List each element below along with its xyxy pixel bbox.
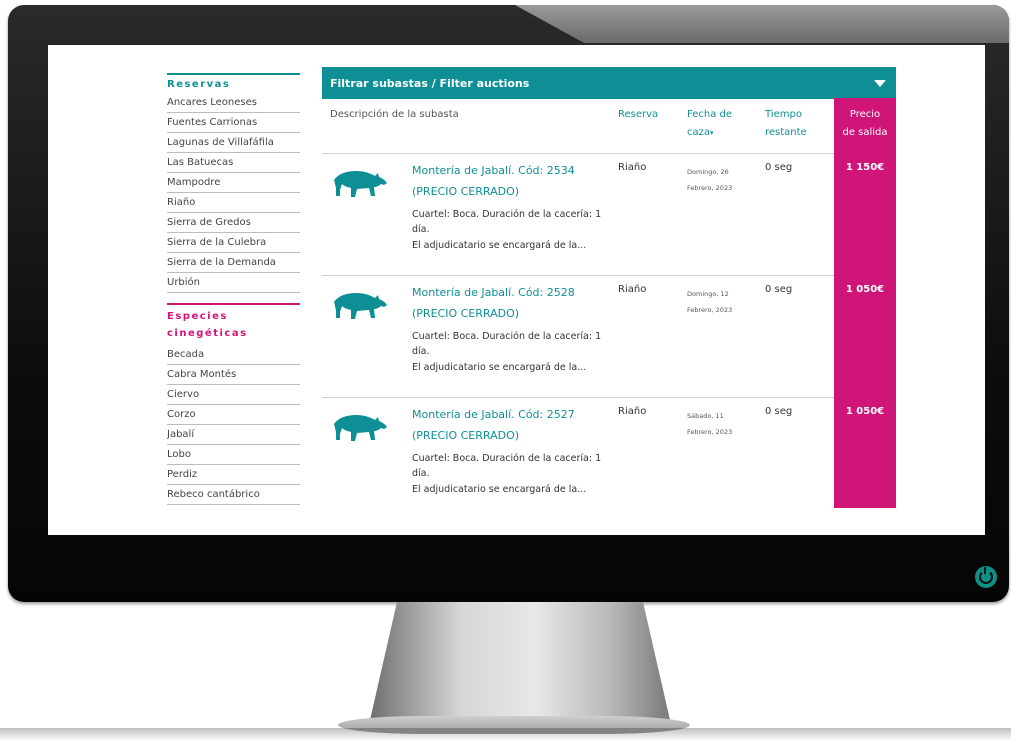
- especies-heading: Especies cinegéticas: [167, 303, 300, 345]
- auction-description-line1b: día.: [412, 468, 430, 479]
- auction-page: Reservas Ancares Leoneses Fuentes Carrio…: [48, 45, 985, 535]
- auction-description: Cuartel: Boca. Duración de la cacería: 1…: [412, 207, 612, 237]
- floor-shadow: [0, 728, 1011, 741]
- auction-price-type: (PRECIO CERRADO): [412, 307, 520, 320]
- table-row[interactable]: Montería de Jabalí. Cód: 2528 (PRECIO CE…: [322, 275, 884, 398]
- auction-title-link[interactable]: Montería de Jabalí. Cód: 2534 (PRECIO CE…: [412, 160, 612, 202]
- sidebar-item-especie[interactable]: Cabra Montés: [167, 365, 300, 385]
- auction-price-type: (PRECIO CERRADO): [412, 185, 520, 198]
- auction-tiempo: 0 seg: [765, 162, 793, 173]
- header-tiempo-line2: restante: [765, 127, 807, 138]
- sidebar-item-reserva[interactable]: Sierra de la Demanda: [167, 253, 300, 273]
- auction-tiempo: 0 seg: [765, 406, 793, 417]
- sidebar-item-especie[interactable]: Corzo: [167, 405, 300, 425]
- sidebar-item-reserva[interactable]: Las Batuecas: [167, 153, 300, 173]
- auction-fecha: Sábado, 11 Febrero, 2023: [687, 408, 751, 440]
- filter-auctions-label: Filtrar subastas / Filter auctions: [330, 76, 530, 90]
- auction-description-line1: Cuartel: Boca. Duración de la cacería: 1: [412, 453, 602, 464]
- reservas-section: Reservas Ancares Leoneses Fuentes Carrio…: [167, 73, 300, 293]
- price-column-band: [834, 98, 896, 508]
- auction-description: Cuartel: Boca. Duración de la cacería: 1…: [412, 451, 612, 481]
- header-precio-line2: de salida: [842, 127, 888, 138]
- sidebar-item-reserva[interactable]: Ancares Leoneses: [167, 93, 300, 113]
- auction-precio: 1 050€: [845, 284, 885, 295]
- sidebar-item-reserva[interactable]: Sierra de Gredos: [167, 213, 300, 233]
- sort-desc-icon: ▾: [710, 129, 714, 137]
- especies-section: Especies cinegéticas Becada Cabra Montés…: [167, 303, 300, 505]
- auction-description-line1b: día.: [412, 346, 430, 357]
- header-tiempo-line1: Tiempo: [765, 109, 802, 120]
- especies-list: Becada Cabra Montés Ciervo Corzo Jabalí …: [167, 345, 300, 505]
- auction-fecha: Domingo, 12 Febrero, 2023: [687, 286, 751, 318]
- reservas-heading: Reservas: [167, 73, 300, 93]
- auction-description-line1: Cuartel: Boca. Duración de la cacería: 1: [412, 331, 602, 342]
- auction-title-link[interactable]: Montería de Jabalí. Cód: 2528 (PRECIO CE…: [412, 282, 612, 324]
- especies-heading-line2: cinegéticas: [167, 328, 248, 339]
- auction-reserva: Riaño: [618, 162, 647, 173]
- bezel-reflection: [515, 5, 1009, 43]
- boar-icon: [334, 415, 387, 441]
- sidebar-item-especie[interactable]: Rebeco cantábrico: [167, 485, 300, 505]
- auction-description-line1b: día.: [412, 224, 430, 235]
- table-row[interactable]: Montería de Jabalí. Cód: 2527 (PRECIO CE…: [322, 397, 884, 520]
- sidebar-item-reserva[interactable]: Sierra de la Culebra: [167, 233, 300, 253]
- caret-down-icon[interactable]: [874, 79, 886, 87]
- monitor-stand: [370, 602, 670, 720]
- auction-fecha-line1: Domingo, 26: [687, 168, 729, 176]
- header-tiempo[interactable]: Tiempo restante: [765, 106, 825, 142]
- header-descripcion: Descripción de la subasta: [330, 109, 459, 120]
- auction-title: Montería de Jabalí. Cód: 2527: [412, 408, 575, 421]
- auction-fecha-line1: Sábado, 11: [687, 412, 724, 420]
- auction-description-more: El adjudicatario se encargará de la...: [412, 484, 587, 495]
- auction-fecha-line2: Febrero, 2023: [687, 184, 733, 192]
- boar-icon: [334, 293, 387, 319]
- sidebar-item-reserva[interactable]: Lagunas de Villafáfila: [167, 133, 300, 153]
- auction-description-more: El adjudicatario se encargará de la...: [412, 240, 587, 251]
- auction-description-line1: Cuartel: Boca. Duración de la cacería: 1: [412, 209, 602, 220]
- auction-fecha-line1: Domingo, 12: [687, 290, 729, 298]
- auction-reserva: Riaño: [618, 406, 647, 417]
- auction-reserva: Riaño: [618, 284, 647, 295]
- sidebar-item-especie[interactable]: Ciervo: [167, 385, 300, 405]
- auction-title-link[interactable]: Montería de Jabalí. Cód: 2527 (PRECIO CE…: [412, 404, 612, 446]
- power-icon[interactable]: [975, 566, 997, 588]
- table-header: Descripción de la subasta Reserva Fecha …: [322, 99, 896, 153]
- auctions-main: Filtrar subastas / Filter auctions Descr…: [322, 67, 896, 509]
- header-reserva[interactable]: Reserva: [618, 106, 658, 124]
- especies-heading-line1: Especies: [167, 311, 228, 322]
- sidebar-item-especie[interactable]: Lobo: [167, 445, 300, 465]
- reservas-list: Ancares Leoneses Fuentes Carrionas Lagun…: [167, 93, 300, 293]
- auction-fecha-line2: Febrero, 2023: [687, 428, 733, 436]
- boar-icon: [334, 171, 387, 197]
- auctions-table: Descripción de la subasta Reserva Fecha …: [322, 98, 896, 509]
- auction-precio: 1 150€: [845, 162, 885, 173]
- auction-tiempo: 0 seg: [765, 284, 793, 295]
- sidebar-item-especie[interactable]: Jabalí: [167, 425, 300, 445]
- sidebar: Reservas Ancares Leoneses Fuentes Carrio…: [167, 73, 300, 505]
- auction-description: Cuartel: Boca. Duración de la cacería: 1…: [412, 329, 612, 359]
- auction-fecha: Domingo, 26 Febrero, 2023: [687, 164, 751, 196]
- auction-price-type: (PRECIO CERRADO): [412, 429, 520, 442]
- table-row[interactable]: Montería de Jabalí. Cód: 2534 (PRECIO CE…: [322, 153, 884, 276]
- auction-title: Montería de Jabalí. Cód: 2534: [412, 164, 575, 177]
- sidebar-item-reserva[interactable]: Fuentes Carrionas: [167, 113, 300, 133]
- monitor-screen: Reservas Ancares Leoneses Fuentes Carrio…: [48, 45, 985, 535]
- auction-title: Montería de Jabalí. Cód: 2528: [412, 286, 575, 299]
- sidebar-item-especie[interactable]: Becada: [167, 345, 300, 365]
- auction-fecha-line2: Febrero, 2023: [687, 306, 733, 314]
- header-fecha[interactable]: Fecha de caza▾: [687, 106, 747, 142]
- filter-auctions-bar[interactable]: Filtrar subastas / Filter auctions: [322, 67, 896, 99]
- header-precio-line1: Precio: [849, 109, 881, 120]
- header-precio[interactable]: Precio de salida: [834, 106, 896, 142]
- sidebar-item-reserva[interactable]: Mampodre: [167, 173, 300, 193]
- auction-precio: 1 050€: [845, 406, 885, 417]
- sidebar-item-reserva[interactable]: Riaño: [167, 193, 300, 213]
- header-fecha-line1: Fecha de: [687, 109, 732, 120]
- sidebar-item-especie[interactable]: Perdiz: [167, 465, 300, 485]
- sidebar-item-reserva[interactable]: Urbión: [167, 273, 300, 293]
- header-fecha-line2: caza: [687, 127, 711, 138]
- auction-description-more: El adjudicatario se encargará de la...: [412, 362, 587, 373]
